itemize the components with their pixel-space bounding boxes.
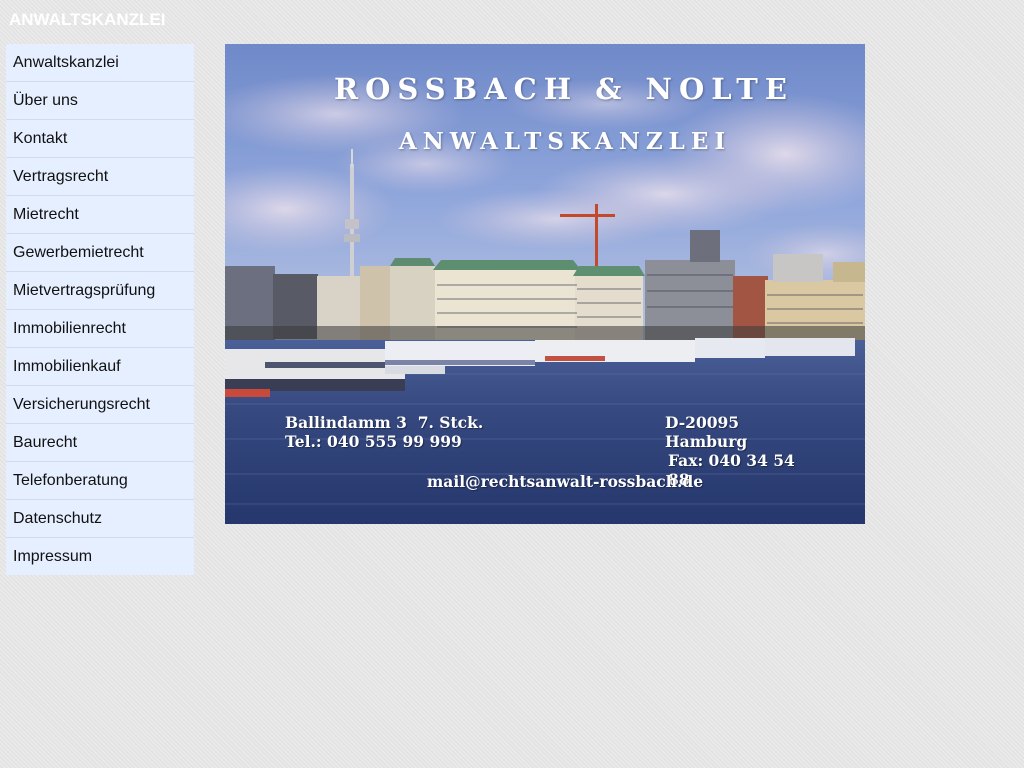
- nav-item-vertragsrecht[interactable]: Vertragsrecht: [6, 158, 194, 196]
- firm-subtitle: ANWALTSKANZLEI: [398, 128, 732, 155]
- nav-item-mietrecht[interactable]: Mietrecht: [6, 196, 194, 234]
- hero-image: ROSSBACH & NOLTE ANWALTSKANZLEI Ballinda…: [225, 44, 865, 524]
- nav-item-kontakt[interactable]: Kontakt: [6, 120, 194, 158]
- nav-item-anwaltskanzlei[interactable]: Anwaltskanzlei: [6, 44, 194, 82]
- nav-item-telefonberatung[interactable]: Telefonberatung: [6, 462, 194, 500]
- nav-item-immobilienkauf[interactable]: Immobilienkauf: [6, 348, 194, 386]
- nav-item-mietvertragspruefung[interactable]: Mietvertragsprüfung: [6, 272, 194, 310]
- hero-text-overlay: ROSSBACH & NOLTE ANWALTSKANZLEI Ballinda…: [225, 44, 865, 524]
- site-title: ANWALTSKANZLEI: [9, 10, 166, 29]
- nav-item-ueber-uns[interactable]: Über uns: [6, 82, 194, 120]
- nav-item-baurecht[interactable]: Baurecht: [6, 424, 194, 462]
- phone-number: Tel.: 040 555 99 999: [285, 432, 462, 451]
- nav-item-impressum[interactable]: Impressum: [6, 538, 194, 575]
- nav-item-immobilienrecht[interactable]: Immobilienrecht: [6, 310, 194, 348]
- nav-item-datenschutz[interactable]: Datenschutz: [6, 500, 194, 538]
- address-block: Ballindamm 3 7. Stck. Tel.: 040 555 99 9…: [285, 413, 483, 451]
- nav-item-versicherungsrecht[interactable]: Versicherungsrecht: [6, 386, 194, 424]
- nav-item-gewerbemietrecht[interactable]: Gewerbemietrecht: [6, 234, 194, 272]
- city-postal: D-20095 Hamburg: [665, 413, 748, 451]
- sidebar-nav: Anwaltskanzlei Über uns Kontakt Vertrags…: [6, 44, 194, 575]
- email-address: mail@rechtsanwalt-rossbach.de: [426, 472, 704, 491]
- firm-name: ROSSBACH & NOLTE: [334, 72, 794, 106]
- street-address: Ballindamm 3 7. Stck.: [285, 413, 484, 432]
